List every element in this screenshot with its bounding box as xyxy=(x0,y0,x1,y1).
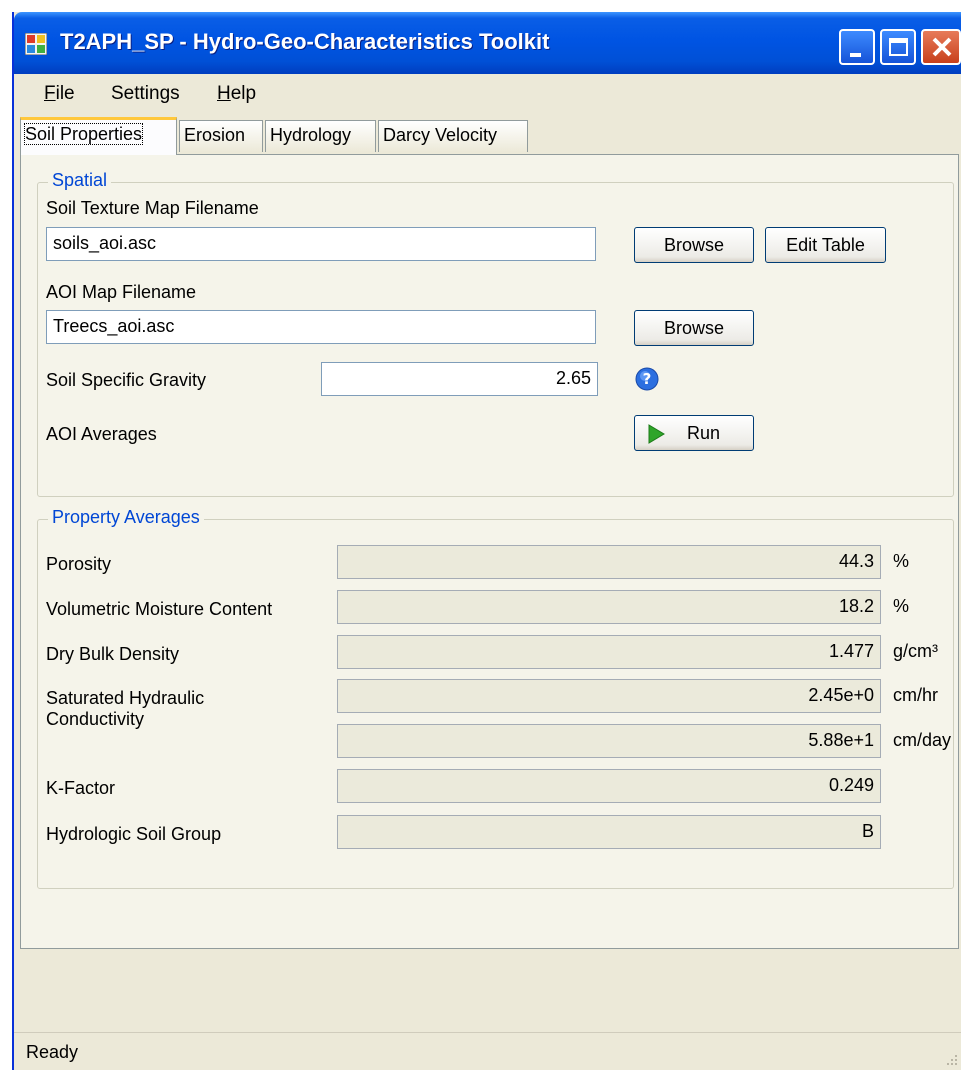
soil-texture-browse-button[interactable]: Browse xyxy=(634,227,754,263)
vmc-value: 18.2 xyxy=(337,590,881,624)
status-bar: Ready xyxy=(14,1032,961,1070)
window-title: T2APH_SP - Hydro-Geo-Characteristics Too… xyxy=(60,29,550,54)
resize-grip-icon[interactable] xyxy=(945,1053,959,1067)
dry-bulk-density-label: Dry Bulk Density xyxy=(46,644,180,664)
dry-bulk-density-value: 1.477 xyxy=(337,635,881,669)
menu-settings[interactable]: Settings xyxy=(111,83,180,105)
porosity-label: Porosity xyxy=(46,554,112,574)
soil-properties-panel: Spatial Soil Texture Map Filename soils_… xyxy=(20,154,959,949)
porosity-unit: % xyxy=(893,551,910,571)
vmc-label: Volumetric Moisture Content xyxy=(46,599,273,619)
dry-bulk-density-unit: g/cm³ xyxy=(893,641,938,661)
edit-table-button[interactable]: Edit Table xyxy=(765,227,886,263)
k-factor-value: 0.249 xyxy=(337,769,881,803)
tab-soil-properties[interactable]: Soil Properties xyxy=(20,117,177,155)
run-button[interactable]: Run xyxy=(634,415,754,451)
minimize-button[interactable] xyxy=(839,29,875,65)
ksat-cm-hr-value: 2.45e+0 xyxy=(337,679,881,713)
play-arrow-icon xyxy=(648,424,665,444)
help-question-icon[interactable]: ? xyxy=(635,367,659,391)
tab-erosion[interactable]: Erosion xyxy=(179,120,263,152)
spatial-group: Spatial Soil Texture Map Filename soils_… xyxy=(37,170,954,497)
title-bar[interactable]: T2APH_SP - Hydro-Geo-Characteristics Too… xyxy=(14,12,961,74)
ksat-label-line1: Saturated Hydraulic xyxy=(46,688,205,708)
menu-bar: File Settings Help xyxy=(14,74,961,116)
close-icon xyxy=(932,37,952,57)
vmc-unit: % xyxy=(893,596,910,616)
hydrologic-soil-group-value: B xyxy=(337,815,881,849)
soil-specific-gravity-input[interactable]: 2.65 xyxy=(321,362,598,396)
aoi-map-label: AOI Map Filename xyxy=(46,282,197,302)
soil-specific-gravity-label: Soil Specific Gravity xyxy=(46,370,207,390)
tab-hydrology[interactable]: Hydrology xyxy=(265,120,376,152)
ksat-cm-day-value: 5.88e+1 xyxy=(337,724,881,758)
menu-help[interactable]: Help xyxy=(217,83,256,105)
soil-texture-filename-input[interactable]: soils_aoi.asc xyxy=(46,227,596,261)
app-window-icon xyxy=(25,33,47,55)
status-text: Ready xyxy=(26,1042,79,1062)
spatial-group-title: Spatial xyxy=(48,170,112,191)
menu-file[interactable]: File xyxy=(44,83,75,105)
app-window: T2APH_SP - Hydro-Geo-Characteristics Too… xyxy=(12,12,961,1070)
svg-text:?: ? xyxy=(643,370,652,388)
k-factor-label: K-Factor xyxy=(46,778,116,798)
porosity-value: 44.3 xyxy=(337,545,881,579)
aoi-browse-button[interactable]: Browse xyxy=(634,310,754,346)
ksat-cm-hr-unit: cm/hr xyxy=(893,685,938,705)
aoi-averages-label: AOI Averages xyxy=(46,424,157,444)
run-button-label: Run xyxy=(687,423,721,443)
minimize-icon xyxy=(850,53,861,57)
maximize-button[interactable] xyxy=(880,29,916,65)
maximize-icon xyxy=(889,38,908,56)
ksat-label-line2: Conductivity xyxy=(46,709,145,729)
aoi-map-filename-input[interactable]: Treecs_aoi.asc xyxy=(46,310,596,344)
close-button[interactable] xyxy=(921,29,961,65)
property-averages-title: Property Averages xyxy=(48,507,204,528)
tab-darcy-velocity[interactable]: Darcy Velocity xyxy=(378,120,528,152)
property-averages-group: Property Averages Porosity 44.3 % Volume… xyxy=(37,507,954,889)
ksat-cm-day-unit: cm/day xyxy=(893,730,952,750)
hydrologic-soil-group-label: Hydrologic Soil Group xyxy=(46,824,222,844)
soil-texture-label: Soil Texture Map Filename xyxy=(46,198,259,218)
